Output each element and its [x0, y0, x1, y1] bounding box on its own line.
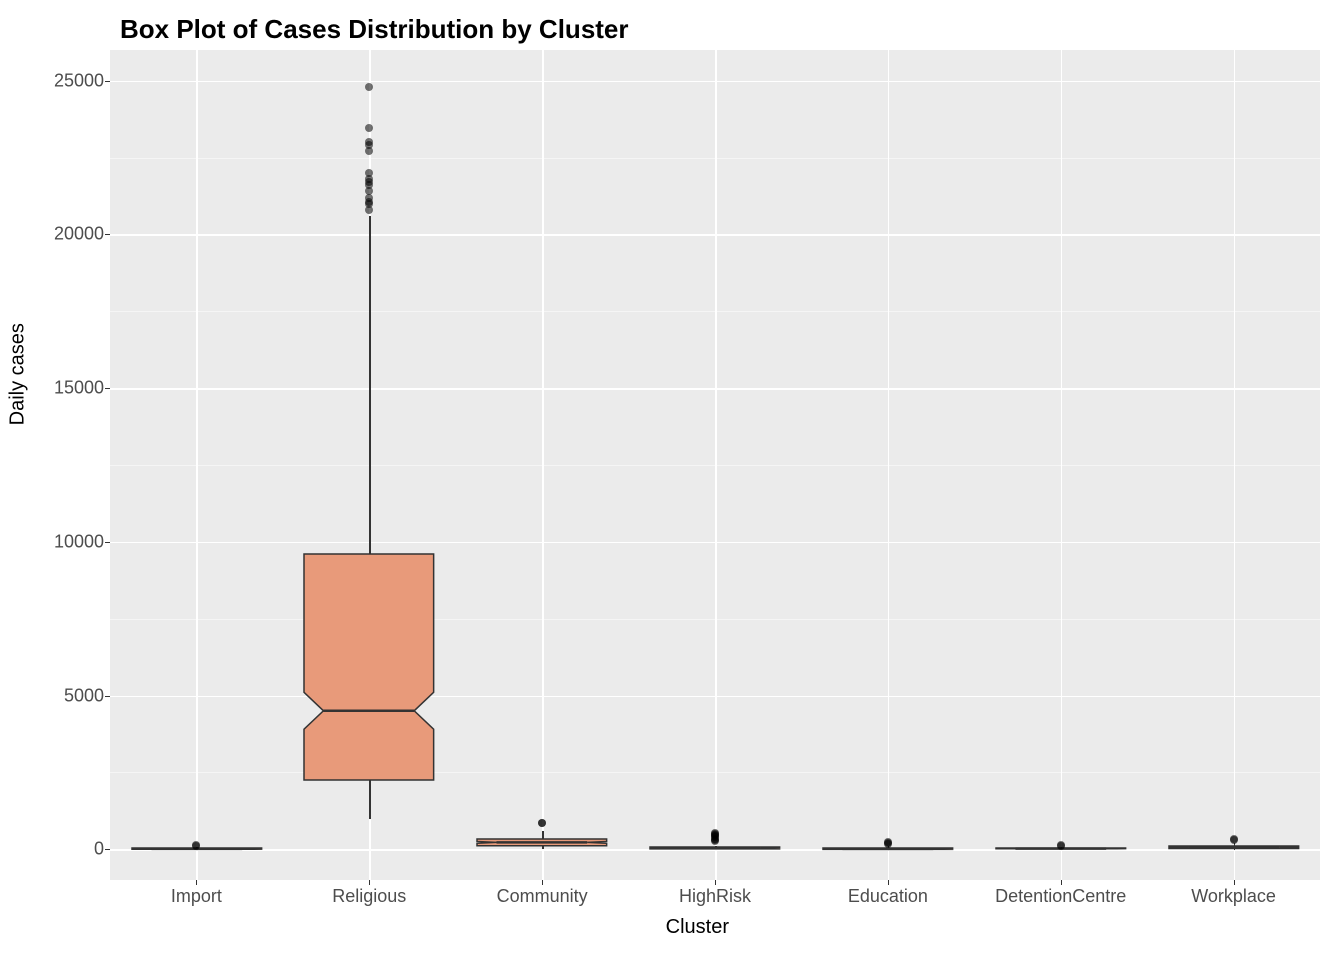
outlier-point	[1230, 835, 1238, 843]
x-tick-label: Religious	[332, 886, 406, 907]
y-tick-label: 0	[24, 839, 104, 860]
outlier-point	[192, 841, 200, 849]
chart-container: Box Plot of Cases Distribution by Cluste…	[0, 0, 1344, 960]
box	[302, 552, 436, 782]
x-axis-label: Cluster	[666, 916, 729, 939]
y-tick-mark	[105, 696, 110, 697]
outlier-point	[538, 819, 546, 827]
y-tick-mark	[105, 849, 110, 850]
x-tick-label: DetentionCentre	[995, 886, 1126, 907]
x-tick-mark	[369, 880, 370, 885]
y-tick-label: 10000	[24, 531, 104, 552]
box	[1167, 844, 1301, 850]
whisker-upper	[369, 216, 371, 554]
x-tick-label: Workplace	[1191, 886, 1276, 907]
outlier-point	[365, 169, 373, 177]
y-tick-label: 25000	[24, 70, 104, 91]
outlier-point	[711, 829, 719, 837]
x-tick-mark	[196, 880, 197, 885]
outlier-point	[1057, 841, 1065, 849]
x-tick-label: Import	[171, 886, 222, 907]
grid-line-v	[715, 50, 717, 880]
grid-line-v	[1234, 50, 1236, 880]
x-tick-mark	[1234, 880, 1235, 885]
y-tick-label: 20000	[24, 224, 104, 245]
x-tick-label: HighRisk	[679, 886, 751, 907]
y-tick-mark	[105, 542, 110, 543]
y-tick-mark	[105, 234, 110, 235]
y-tick-mark	[105, 388, 110, 389]
y-tick-mark	[105, 81, 110, 82]
plot-area	[110, 50, 1320, 880]
chart-title: Box Plot of Cases Distribution by Cluste…	[120, 14, 629, 45]
outlier-point	[365, 138, 373, 146]
outlier-point	[884, 838, 892, 846]
grid-line-v	[542, 50, 544, 880]
whisker-lower	[369, 780, 371, 818]
x-tick-label: Education	[848, 886, 928, 907]
box	[475, 837, 609, 848]
grid-line-v	[1061, 50, 1063, 880]
x-tick-mark	[1061, 880, 1062, 885]
x-tick-mark	[888, 880, 889, 885]
y-tick-label: 15000	[24, 378, 104, 399]
grid-line-v	[196, 50, 198, 880]
box	[648, 845, 782, 851]
grid-line-v	[888, 50, 890, 880]
outlier-point	[365, 124, 373, 132]
x-tick-mark	[715, 880, 716, 885]
outlier-point	[365, 83, 373, 91]
y-axis-label: Daily cases	[7, 323, 30, 425]
y-tick-label: 5000	[24, 685, 104, 706]
x-tick-mark	[542, 880, 543, 885]
x-tick-label: Community	[497, 886, 588, 907]
